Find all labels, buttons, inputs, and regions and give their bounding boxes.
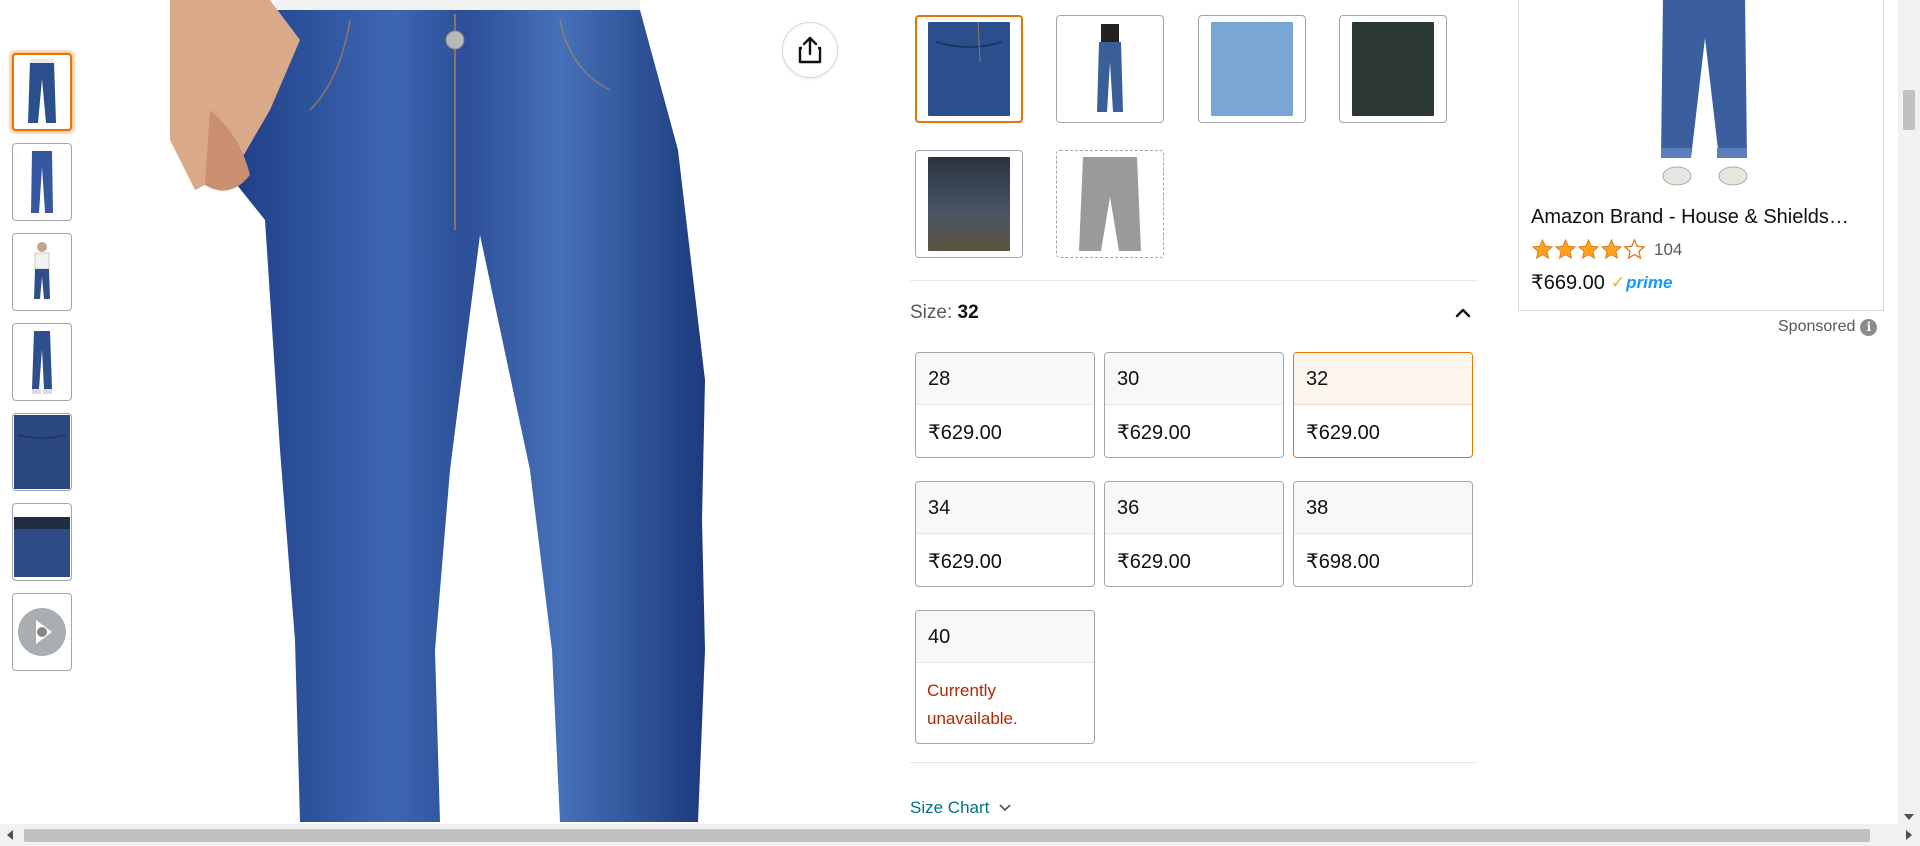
vertical-scroll-thumb[interactable] (1903, 90, 1915, 130)
share-button[interactable] (782, 22, 838, 78)
main-product-image[interactable] (150, 0, 720, 822)
size-heading: Size: 32 (910, 302, 979, 324)
thumbnail-4[interactable] (12, 323, 72, 401)
size-chart-link[interactable]: Size Chart (910, 798, 1012, 818)
size-option-30[interactable]: 30 ₹629.00 (1104, 352, 1284, 458)
swatch-black-tint[interactable] (915, 150, 1023, 258)
size-option-28[interactable]: 28 ₹629.00 (915, 352, 1095, 458)
size-label: Size: (910, 302, 953, 323)
size-option-36[interactable]: 36 ₹629.00 (1104, 481, 1284, 587)
divider (910, 762, 1478, 763)
star-full-icon (1577, 238, 1600, 260)
chevron-up-icon[interactable] (1452, 302, 1474, 324)
thumbnail-6[interactable] (12, 503, 72, 581)
size-option-34[interactable]: 34 ₹629.00 (915, 481, 1095, 587)
size-chart-label: Size Chart (910, 798, 990, 817)
thumbnail-1[interactable] (12, 53, 72, 131)
scroll-left-arrow-icon[interactable] (7, 830, 13, 840)
unavailable-line-1: Currently (927, 681, 996, 700)
size-option-38[interactable]: 38 ₹698.00 (1293, 481, 1473, 587)
swatch-dark-green-black[interactable] (1339, 15, 1447, 123)
size-option-label: 38 (1294, 482, 1472, 534)
horizontal-scrollbar[interactable] (0, 824, 1920, 846)
swatch-dark-blue[interactable] (915, 15, 1023, 123)
selected-size-value: 32 (957, 302, 979, 323)
thumbnail-video[interactable] (12, 593, 72, 671)
size-option-price: ₹629.00 (928, 551, 1002, 573)
sponsored-ad-card[interactable]: Amazon Brand - House & Shields… 104 ₹669… (1518, 0, 1884, 311)
size-option-32[interactable]: 32 ₹629.00 (1293, 352, 1473, 458)
swatch-model-blue[interactable] (1056, 15, 1164, 123)
star-full-icon (1600, 238, 1623, 260)
prime-check-icon: ✓ (1610, 272, 1626, 292)
size-option-label: 32 (1294, 353, 1472, 405)
ad-product-image[interactable] (1649, 0, 1759, 194)
star-empty-icon (1623, 238, 1646, 260)
chevron-down-icon (999, 804, 1012, 812)
size-option-40[interactable]: 40 Currently unavailable. (915, 610, 1095, 744)
unavailable-status: Currently unavailable. (916, 663, 1094, 743)
size-option-price: ₹629.00 (1306, 422, 1380, 444)
scroll-down-arrow-icon[interactable] (1904, 814, 1914, 820)
sponsored-text: Sponsored (1778, 318, 1856, 335)
info-icon: i (1860, 318, 1878, 336)
star-full-icon (1531, 238, 1554, 260)
prime-badge: ✓ prime (1611, 273, 1673, 293)
size-option-label: 30 (1105, 353, 1283, 405)
unavailable-line-2: unavailable. (927, 709, 1018, 728)
size-option-price: ₹698.00 (1306, 551, 1380, 573)
swatch-light-blue[interactable] (1198, 15, 1306, 123)
size-option-label: 36 (1105, 482, 1283, 534)
size-option-price: ₹629.00 (1117, 422, 1191, 444)
scroll-right-arrow-icon[interactable] (1906, 830, 1912, 840)
size-option-price: ₹629.00 (1117, 551, 1191, 573)
size-option-label: 34 (916, 482, 1094, 534)
ad-price: ₹669.00 (1531, 272, 1605, 294)
size-option-price: ₹629.00 (928, 422, 1002, 444)
vertical-scrollbar[interactable] (1898, 0, 1920, 824)
ad-title[interactable]: Amazon Brand - House & Shields… (1531, 206, 1871, 229)
size-option-label: 28 (916, 353, 1094, 405)
divider (910, 280, 1478, 281)
share-icon (798, 36, 822, 64)
size-option-label: 40 (916, 611, 1094, 663)
star-full-icon (1554, 238, 1577, 260)
thumbnail-5[interactable] (12, 413, 72, 491)
sponsored-label[interactable]: Sponsored i (1778, 318, 1878, 336)
thumbnail-3[interactable] (12, 233, 72, 311)
ad-price-row: ₹669.00 ✓ prime (1531, 270, 1672, 295)
ad-rating[interactable]: 104 (1531, 238, 1682, 261)
review-count: 104 (1654, 239, 1683, 259)
thumbnail-2[interactable] (12, 143, 72, 221)
horizontal-scroll-thumb[interactable] (24, 829, 1870, 842)
prime-label: prime (1626, 272, 1673, 292)
thumbnail-strip (12, 53, 72, 683)
swatch-grey[interactable] (1056, 150, 1164, 258)
